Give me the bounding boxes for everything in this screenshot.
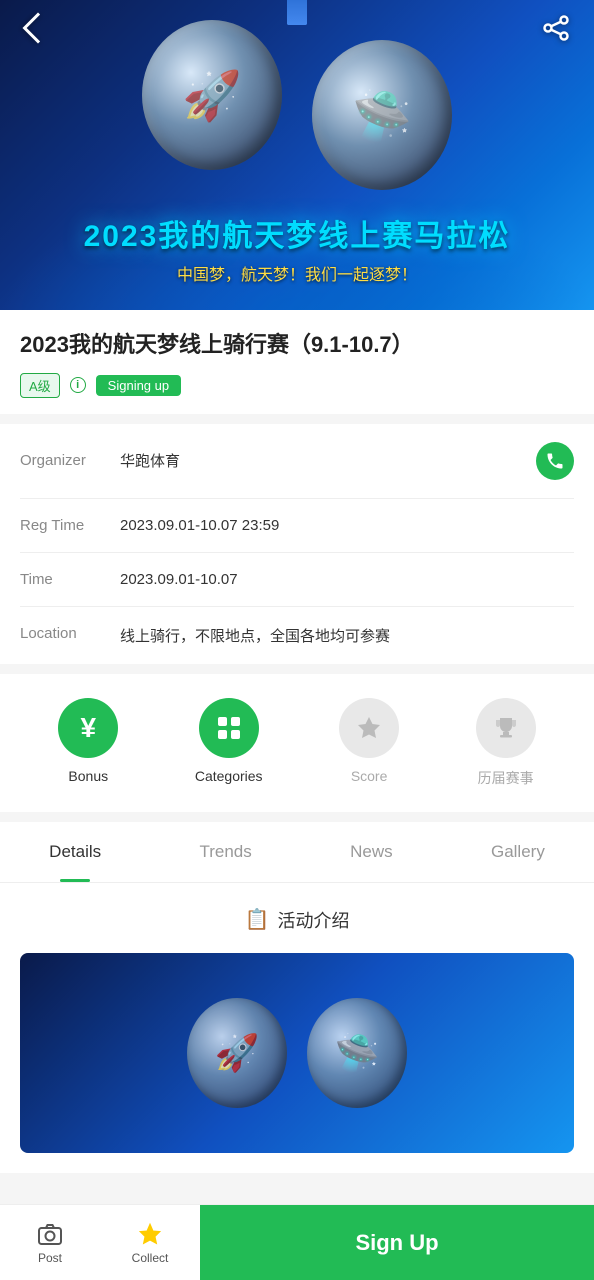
- content-section: 📋 活动介绍 🚀 🛸: [0, 883, 594, 1173]
- organizer-row: Organizer 华跑体育: [20, 424, 574, 499]
- location-label: Location: [20, 625, 120, 642]
- badge-row: A级 i Signing up: [20, 373, 574, 398]
- section-header: 📋 活动介绍: [20, 907, 574, 933]
- score-icon: [339, 698, 399, 758]
- tabs-section: Details Trends News Gallery: [0, 822, 594, 883]
- time-row: Time 2023.09.01-10.07: [20, 553, 574, 607]
- preview-medal-right: 🛸: [307, 998, 407, 1108]
- time-value: 2023.09.01-10.07: [120, 571, 574, 588]
- signup-button[interactable]: Sign Up: [200, 1205, 594, 1280]
- star-icon: [355, 714, 383, 742]
- back-button[interactable]: [20, 10, 56, 46]
- categories-label: Categories: [195, 768, 263, 784]
- share-icon: [542, 14, 570, 42]
- top-nav: [0, 0, 594, 56]
- signup-label: Sign Up: [355, 1230, 438, 1256]
- tab-details[interactable]: Details: [39, 822, 111, 882]
- hero-subtitle: 中国梦，航天梦！我们一起逐梦！: [0, 261, 594, 285]
- section-title: 活动介绍: [277, 907, 349, 933]
- info-icon[interactable]: i: [70, 377, 86, 393]
- time-label: Time: [20, 571, 120, 588]
- bottom-bar: Post Collect Sign Up: [0, 1204, 594, 1280]
- history-icon: [476, 698, 536, 758]
- history-label: 历届赛事: [478, 768, 534, 788]
- bonus-icon: ¥: [58, 698, 118, 758]
- phone-icon: [545, 451, 565, 471]
- hero-title: 2023我的航天梦线上赛马拉松: [0, 211, 594, 255]
- tab-trends[interactable]: Trends: [189, 822, 261, 882]
- event-title: 2023我的航天梦线上骑行赛（9.1-10.7）: [20, 330, 574, 361]
- preview-image: 🚀 🛸: [20, 953, 574, 1153]
- score-label: Score: [351, 768, 388, 784]
- collect-button[interactable]: Collect: [100, 1211, 200, 1275]
- location-value: 线上骑行，不限地点，全国各地均可参赛: [120, 625, 574, 646]
- back-arrow-icon: [22, 12, 53, 43]
- preview-medal-left: 🚀: [187, 998, 287, 1108]
- organizer-value: 华跑体育: [120, 450, 536, 471]
- bonus-icon-item[interactable]: ¥ Bonus: [58, 698, 118, 784]
- star-collect-icon: [137, 1221, 163, 1247]
- organizer-label: Organizer: [20, 452, 120, 469]
- level-badge: A级: [20, 373, 60, 398]
- location-row: Location 线上骑行，不限地点，全国各地均可参赛: [20, 607, 574, 664]
- grid-icon: [215, 714, 243, 742]
- reg-time-value: 2023.09.01-10.07 23:59: [120, 517, 574, 534]
- bonus-label: Bonus: [68, 768, 108, 784]
- phone-button[interactable]: [536, 442, 574, 480]
- categories-icon-item[interactable]: Categories: [195, 698, 263, 784]
- icons-section: ¥ Bonus Categories Score: [0, 674, 594, 812]
- camera-icon: [37, 1221, 63, 1247]
- status-badge: Signing up: [96, 375, 181, 396]
- tab-gallery[interactable]: Gallery: [481, 822, 555, 882]
- share-button[interactable]: [538, 10, 574, 46]
- post-button[interactable]: Post: [0, 1211, 100, 1275]
- post-label: Post: [38, 1251, 62, 1265]
- section-icon: 📋: [245, 907, 270, 932]
- medal-right: [312, 40, 452, 190]
- info-section: Organizer 华跑体育 Reg Time 2023.09.01-10.07…: [0, 424, 594, 664]
- event-title-section: 2023我的航天梦线上骑行赛（9.1-10.7） A级 i Signing up: [0, 310, 594, 414]
- history-icon-item[interactable]: 历届赛事: [476, 698, 536, 788]
- reg-time-label: Reg Time: [20, 517, 120, 534]
- categories-icon: [199, 698, 259, 758]
- trophy-icon: [492, 714, 520, 742]
- reg-time-row: Reg Time 2023.09.01-10.07 23:59: [20, 499, 574, 553]
- tab-news[interactable]: News: [340, 822, 403, 882]
- score-icon-item[interactable]: Score: [339, 698, 399, 784]
- collect-label: Collect: [132, 1251, 169, 1265]
